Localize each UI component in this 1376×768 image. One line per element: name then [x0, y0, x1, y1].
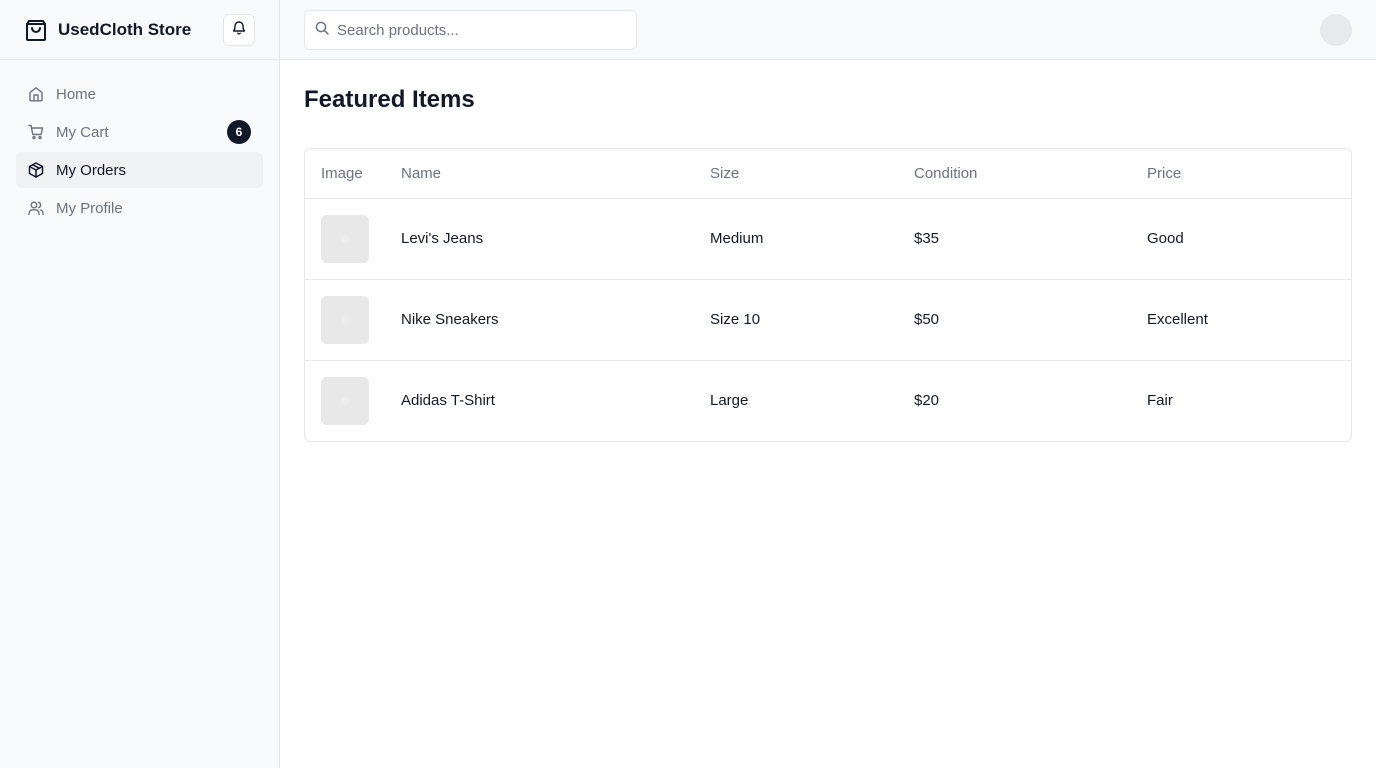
package-icon [28, 162, 44, 178]
product-name: Adidas T-Shirt [401, 392, 495, 410]
product-size: Medium [710, 198, 914, 280]
table-row[interactable]: Levi's Jeans Medium $35 Good [305, 198, 1351, 280]
top-bar [280, 0, 1376, 60]
users-icon [28, 200, 44, 216]
product-price: Fair [1147, 392, 1173, 410]
product-name: Nike Sneakers [401, 279, 710, 361]
image-cell [305, 279, 401, 361]
brand-name: UsedCloth Store [58, 19, 192, 39]
image-placeholder-icon [341, 396, 349, 405]
bell-icon [232, 20, 246, 40]
cart-count-badge: 6 [227, 120, 251, 144]
product-price: Good [1147, 198, 1351, 280]
brand[interactable]: UsedCloth Store [24, 18, 191, 42]
table-row[interactable]: Nike Sneakers Size 10 $50 Excellent [305, 279, 1351, 361]
search-icon [315, 21, 329, 40]
product-size: Large [710, 392, 749, 410]
product-thumbnail[interactable] [321, 214, 369, 263]
image-cell [305, 360, 401, 441]
search-input[interactable] [337, 21, 617, 39]
column-header-price[interactable]: Price [1147, 149, 1351, 199]
avatar[interactable] [1320, 14, 1352, 46]
main-content: Featured Items Image Name Size Condition… [304, 60, 1352, 442]
sidebar-item-label: My Profile [56, 199, 123, 217]
search-box[interactable] [304, 10, 637, 50]
product-condition: $50 [914, 279, 1147, 361]
page-title: Featured Items [304, 86, 475, 113]
sidebar-item-orders[interactable]: My Orders [16, 152, 263, 188]
table-header-row: Image Name Size Condition Price [305, 149, 1351, 199]
home-icon [28, 86, 44, 102]
image-placeholder-icon [341, 315, 349, 324]
image-cell [305, 198, 401, 280]
sidebar-item-label: Home [56, 85, 97, 103]
sidebar: UsedCloth Store Home My Cart 6 My Orders… [0, 0, 280, 768]
column-header-condition[interactable]: Condition [914, 149, 1147, 199]
cart-icon [28, 124, 44, 140]
sidebar-item-label: My Cart [56, 123, 109, 141]
column-header-name[interactable]: Name [401, 149, 710, 199]
product-condition: $20 [914, 392, 940, 410]
product-price: Excellent [1147, 279, 1351, 361]
product-condition: $35 [914, 198, 1147, 280]
product-thumbnail[interactable] [321, 376, 369, 425]
shopping-bag-icon [24, 18, 48, 42]
product-size: Size 10 [710, 279, 914, 361]
sidebar-header: UsedCloth Store [0, 0, 279, 60]
sidebar-item-label: My Orders [56, 161, 127, 179]
sidebar-item-home[interactable]: Home [16, 76, 263, 112]
column-header-size[interactable]: Size [710, 149, 914, 199]
column-header-image[interactable]: Image [305, 149, 401, 199]
products-table-card: Image Name Size Condition Price Levi's J… [304, 148, 1352, 442]
product-name: Levi's Jeans [401, 198, 710, 280]
notifications-button[interactable] [223, 14, 255, 46]
sidebar-nav: Home My Cart 6 My Orders My Profile [0, 60, 279, 244]
sidebar-item-profile[interactable]: My Profile [16, 190, 263, 226]
sidebar-item-cart[interactable]: My Cart 6 [16, 114, 263, 150]
products-table: Image Name Size Condition Price Levi's J… [305, 149, 1351, 441]
image-placeholder-icon [341, 234, 349, 243]
product-thumbnail[interactable] [321, 295, 369, 344]
table-row[interactable]: Adidas T-Shirt Large $20 Fair [305, 360, 1351, 441]
